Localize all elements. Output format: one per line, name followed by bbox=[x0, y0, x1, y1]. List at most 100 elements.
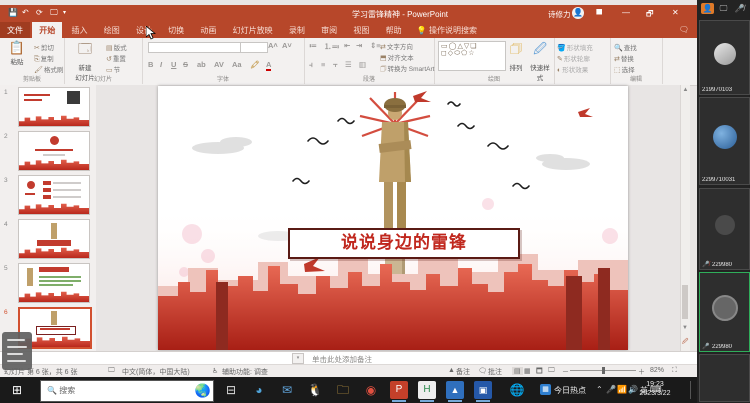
weather-icon[interactable]: 🌏 bbox=[195, 381, 211, 401]
task-view-icon[interactable]: ⊟ bbox=[222, 381, 240, 399]
comments-popout-icon[interactable]: 🗨 bbox=[679, 25, 689, 34]
shape-outline-button[interactable]: ✎形状轮廓 bbox=[557, 53, 590, 63]
maximize-button[interactable]: 🗗 bbox=[646, 8, 654, 22]
edge-icon[interactable]: ◕ bbox=[250, 381, 268, 399]
participant-tile-active-speaker[interactable]: 🎤 229980 bbox=[699, 272, 750, 352]
slide-thumbnail-5[interactable] bbox=[18, 263, 90, 303]
save-icon[interactable]: 💾 bbox=[8, 8, 18, 17]
shrink-font-icon[interactable]: A˅ bbox=[282, 41, 292, 50]
blue-app-icon[interactable]: ▲ bbox=[446, 381, 464, 399]
font-name-combobox[interactable] bbox=[148, 42, 242, 53]
globe-shield-icon[interactable]: 🌐 bbox=[508, 381, 526, 399]
font-size-combobox[interactable] bbox=[240, 42, 268, 53]
view-slideshow-icon[interactable]: 🖵 bbox=[548, 367, 555, 375]
tell-me-search[interactable]: 操作说明搜索 bbox=[429, 26, 477, 35]
zoom-out-icon[interactable]: － bbox=[562, 367, 569, 377]
tab-slideshow[interactable]: 幻灯片放映 bbox=[226, 22, 280, 38]
tab-animations[interactable]: 动画 bbox=[193, 22, 223, 38]
tab-home[interactable]: 开始 bbox=[32, 22, 62, 38]
numbering-icon[interactable]: ⒈≕ bbox=[324, 41, 339, 52]
find-button[interactable]: 🔍查找 bbox=[614, 42, 637, 52]
select-button[interactable]: ⬚选择 bbox=[614, 64, 635, 74]
view-sorter-icon[interactable]: ▦ bbox=[524, 367, 531, 375]
change-case-icon[interactable]: Aa bbox=[232, 60, 242, 69]
quick-access-dropdown-icon[interactable]: ▾ bbox=[63, 9, 66, 16]
participant-tile[interactable] bbox=[699, 354, 750, 402]
text-direction-button[interactable]: ⇄文字方向 bbox=[380, 41, 413, 51]
view-normal-icon[interactable]: ▤ bbox=[512, 367, 523, 375]
mic-muted-icon[interactable]: 🎤̸ bbox=[733, 3, 746, 14]
notes-toggle[interactable]: 备注 bbox=[456, 367, 470, 377]
taskbar-search[interactable]: 🔍 搜索 🌏 bbox=[40, 380, 214, 402]
canvas-scrollbar[interactable]: ▲ ▼ 🖉 bbox=[680, 85, 690, 351]
blue-app2-icon[interactable]: ▣ bbox=[474, 381, 492, 399]
tab-review[interactable]: 审阅 bbox=[314, 22, 344, 38]
comments-toggle[interactable]: 批注 bbox=[488, 367, 502, 377]
justify-icon[interactable]: ☰ bbox=[345, 60, 352, 69]
tab-transitions[interactable]: 切换 bbox=[161, 22, 191, 38]
tab-help[interactable]: 帮助 bbox=[379, 22, 409, 38]
slide-thumbnail-3[interactable] bbox=[18, 175, 90, 215]
paste-button[interactable]: 📋 粘贴 bbox=[2, 40, 32, 76]
italic-button[interactable]: I bbox=[160, 60, 162, 69]
screenshare-icon[interactable]: 🖵 bbox=[717, 3, 730, 14]
start-slideshow-icon[interactable]: 🖵 bbox=[50, 8, 58, 18]
zoom-slider-thumb[interactable] bbox=[602, 367, 605, 374]
language-indicator[interactable]: 中文(简体，中国大陆) bbox=[122, 367, 190, 377]
notes-pane[interactable]: ▾ 单击此处添加备注 bbox=[0, 351, 697, 365]
start-button[interactable]: ⊞ bbox=[8, 381, 26, 399]
strikethrough-button[interactable]: S bbox=[183, 60, 188, 69]
fit-slide-icon[interactable]: ⛶ bbox=[672, 367, 677, 375]
scroll-up-icon[interactable]: ▲ bbox=[681, 87, 690, 93]
hot-topic-label[interactable]: 今日热点 bbox=[554, 385, 586, 396]
align-center-icon[interactable]: ≡ bbox=[321, 60, 325, 69]
redo-icon[interactable]: ⟳ bbox=[36, 8, 43, 17]
accessibility-status[interactable]: 辅助功能: 调查 bbox=[222, 367, 268, 377]
ink-pen-icon[interactable]: 🖉 bbox=[682, 337, 688, 347]
participants-icon[interactable]: 👤 bbox=[701, 3, 714, 14]
tab-insert[interactable]: 插入 bbox=[64, 22, 94, 38]
chrome-icon[interactable]: ◉ bbox=[362, 381, 380, 399]
notes-splitter-icon[interactable]: ▾ bbox=[292, 353, 304, 364]
arrange-button[interactable]: 🗇 排列 bbox=[504, 40, 528, 76]
scroll-down-icon[interactable]: ▼ bbox=[682, 325, 688, 331]
zoom-slider[interactable] bbox=[570, 370, 636, 371]
participant-tile[interactable]: 219970103 bbox=[699, 20, 750, 95]
highlight-color-icon[interactable]: 🖍 bbox=[250, 60, 260, 69]
minimize-button[interactable]: — bbox=[622, 8, 630, 17]
align-left-icon[interactable]: ⫞ bbox=[309, 60, 313, 70]
char-spacing-icon[interactable]: AV bbox=[214, 60, 224, 69]
align-right-icon[interactable]: ⫟ bbox=[333, 60, 338, 70]
grow-font-icon[interactable]: A˄ bbox=[268, 41, 278, 50]
scroll-thumb[interactable] bbox=[682, 285, 688, 319]
mail-icon[interactable]: ✉ bbox=[278, 381, 296, 399]
shape-effects-button[interactable]: ◐形状效果 bbox=[557, 64, 588, 74]
tray-network-icon[interactable]: 📶 bbox=[617, 385, 627, 394]
participant-tile[interactable]: 2299710031 bbox=[699, 97, 750, 185]
replace-button[interactable]: ⇄替换 bbox=[614, 53, 634, 63]
quick-styles-button[interactable]: 🖉 快速样式 bbox=[528, 40, 552, 76]
section-button[interactable]: ▭节 bbox=[106, 64, 120, 74]
qq-icon[interactable]: 🐧 bbox=[306, 381, 324, 399]
close-button[interactable]: ✕ bbox=[672, 8, 679, 17]
cut-button[interactable]: ✂剪切 bbox=[34, 42, 54, 52]
tray-mic-icon[interactable]: 🎤 bbox=[606, 385, 616, 394]
powerpoint-icon[interactable]: P bbox=[390, 381, 408, 399]
ribbon-display-options-icon[interactable]: ⯀ bbox=[596, 8, 602, 18]
slide-thumbnail-4[interactable] bbox=[18, 219, 90, 259]
taskbar-clock[interactable]: 19:23 2023/3/22 bbox=[634, 380, 676, 398]
text-shadow-icon[interactable]: ab bbox=[197, 60, 206, 69]
hot-topic-icon[interactable]: ▦ bbox=[540, 384, 551, 395]
participant-tile[interactable]: 🎤̸ 229980 bbox=[699, 188, 750, 270]
slide-title-banner[interactable]: 说说身边的雷锋 bbox=[288, 228, 520, 259]
tray-expand-icon[interactable]: ⌃ bbox=[596, 385, 603, 394]
tab-draw[interactable]: 绘图 bbox=[97, 22, 127, 38]
underline-button[interactable]: U bbox=[171, 60, 176, 69]
reset-button[interactable]: ↺重置 bbox=[106, 53, 126, 63]
columns-icon[interactable]: ▥ bbox=[359, 60, 366, 69]
slide-thumbnail-2[interactable] bbox=[18, 131, 90, 171]
decrease-indent-icon[interactable]: ⇤ bbox=[344, 41, 350, 50]
font-color-icon[interactable]: A bbox=[266, 60, 271, 71]
comments-toggle-icon[interactable]: 🗨 bbox=[478, 367, 487, 375]
format-painter-button[interactable]: 🖌格式刷 bbox=[34, 64, 63, 74]
